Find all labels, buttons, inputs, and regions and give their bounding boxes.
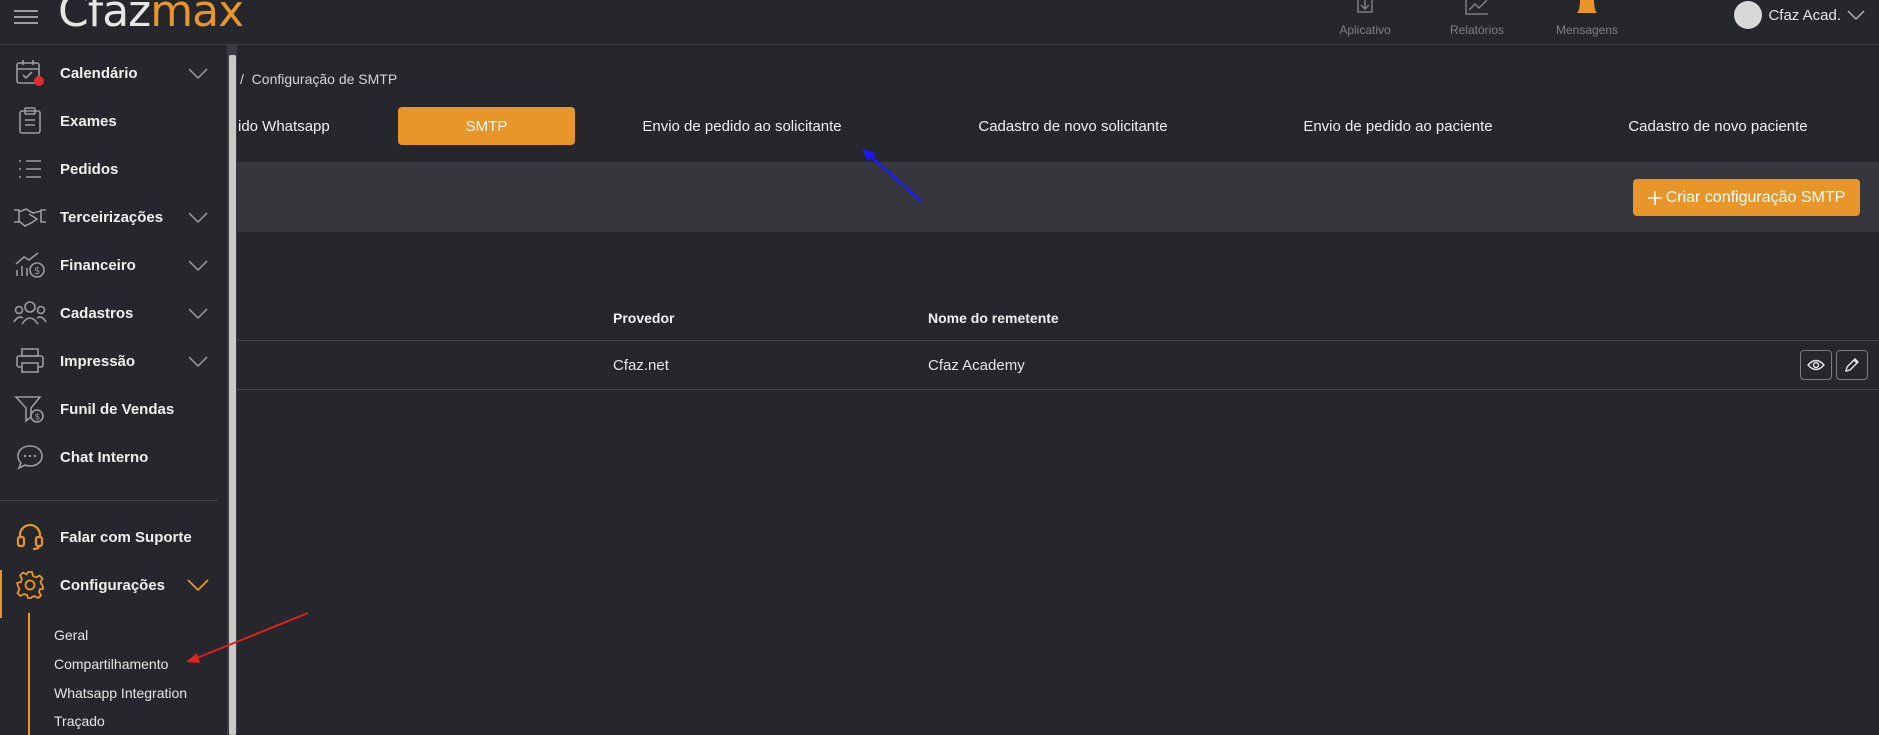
red-arrow: [186, 612, 309, 663]
blue-arrow: [862, 149, 923, 203]
annotation-arrows: [186, 149, 923, 663]
